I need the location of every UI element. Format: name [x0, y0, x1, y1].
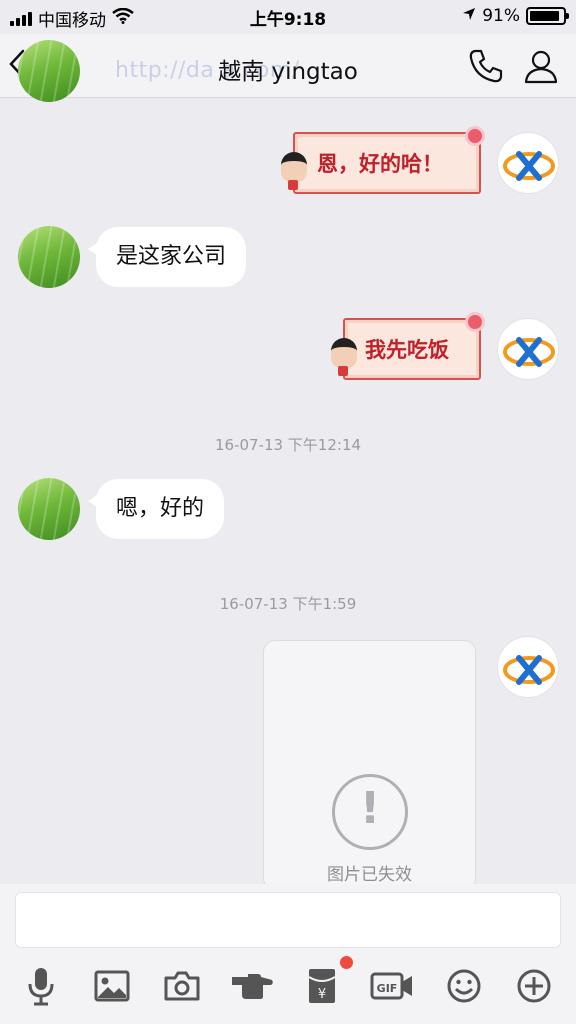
company-logo-icon	[503, 655, 555, 685]
poke-hand-icon[interactable]	[230, 964, 274, 1008]
message-input[interactable]	[15, 892, 561, 948]
message-timestamp: 16-07-13 下午1:59	[219, 595, 357, 613]
contact-avatar[interactable]	[18, 40, 80, 102]
sticker-text: 我先吃饭	[365, 337, 449, 362]
sticker-text: 恩，好的哈！	[317, 151, 443, 176]
red-packet-symbol: ¥	[318, 987, 326, 1002]
microphone-icon[interactable]	[19, 964, 63, 1008]
battery-icon	[526, 7, 569, 25]
status-bar: 中国移动 上午9:18 91%	[0, 0, 576, 34]
flower-icon	[465, 126, 485, 146]
location-arrow-icon	[462, 6, 476, 26]
gif-icon[interactable]: GIF	[370, 964, 414, 1008]
expired-image-label: 图片已失效	[327, 865, 412, 885]
company-logo-icon	[503, 337, 555, 367]
picture-icon[interactable]	[90, 964, 134, 1008]
girl-sticker-body	[288, 180, 298, 190]
plus-circle-icon[interactable]	[512, 964, 556, 1008]
company-logo-icon	[503, 151, 555, 181]
phone-icon[interactable]	[467, 47, 505, 89]
battery-percent: 91%	[482, 6, 520, 26]
status-right: 91%	[462, 6, 569, 26]
girl-sticker-icon	[331, 338, 357, 368]
message-timestamp: 16-07-13 下午12:14	[214, 436, 362, 454]
my-avatar[interactable]	[497, 318, 559, 380]
camera-icon[interactable]	[160, 964, 204, 1008]
contact-avatar[interactable]	[18, 226, 80, 288]
my-avatar[interactable]	[497, 636, 559, 698]
message-bubble[interactable]: 嗯，好的	[87, 479, 225, 539]
sticker-message[interactable]: 我先吃饭	[331, 312, 485, 380]
flower-icon	[465, 312, 485, 332]
expired-image-message[interactable]: ! 图片已失效	[263, 640, 476, 890]
contact-avatar[interactable]	[18, 478, 80, 540]
composer: ¥ GIF	[0, 884, 576, 1024]
girl-sticker-icon	[281, 152, 307, 182]
user-icon[interactable]	[522, 47, 560, 89]
chat-header: http://da a.com/ 2 越南 yingtao	[0, 34, 576, 98]
notification-dot	[340, 956, 353, 969]
red-packet-icon[interactable]: ¥	[300, 964, 344, 1008]
emoji-icon[interactable]	[442, 964, 486, 1008]
sticker-message[interactable]: 恩，好的哈！	[281, 126, 485, 194]
girl-sticker-body	[338, 366, 348, 376]
gif-label: GIF	[377, 982, 398, 995]
message-bubble[interactable]: 是这家公司	[87, 227, 247, 287]
warning-icon: !	[332, 774, 408, 850]
composer-toolbar: ¥ GIF	[0, 964, 576, 1012]
my-avatar[interactable]	[497, 132, 559, 194]
